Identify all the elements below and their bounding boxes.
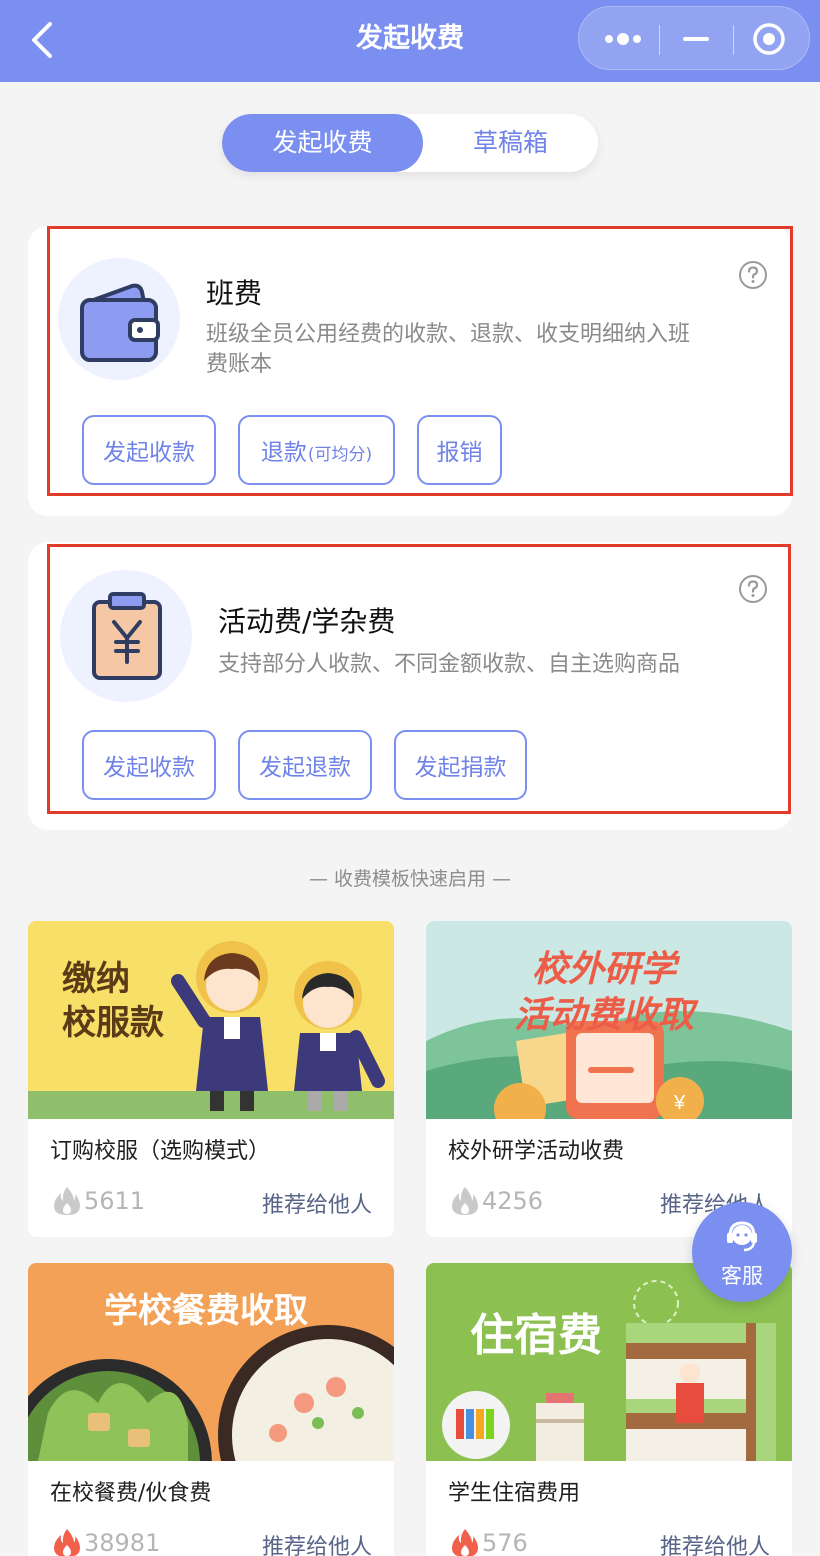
activity-fee-card: 活动费/学杂费 支持部分人收款、不同金额收款、自主选购商品 发起收款 发起退款 …: [28, 542, 792, 830]
segment-tabs: 发起收费 草稿箱: [222, 114, 598, 172]
template-banner: 缴纳 校服款: [28, 921, 394, 1119]
activity-fee-donate-button[interactable]: 发起捐款: [394, 730, 527, 800]
class-fee-collect-button[interactable]: 发起收款: [82, 415, 216, 485]
flame-icon: [452, 1529, 478, 1556]
activity-fee-title: 活动费/学杂费: [218, 605, 396, 638]
count-value: 5611: [84, 1187, 146, 1215]
capsule-divider: [659, 25, 660, 55]
help-icon[interactable]: [738, 260, 768, 290]
class-fee-description-line: 班级全员公用经费的收款、退款、收支明细纳入班: [206, 322, 691, 347]
help-icon[interactable]: [738, 574, 768, 604]
activity-fee-collect-button[interactable]: 发起收款: [82, 730, 216, 800]
button-label: 报销: [436, 440, 483, 466]
activity-fee-refund-button[interactable]: 发起退款: [238, 730, 372, 800]
template-usage-count: 5611: [52, 1185, 145, 1217]
tab-drafts[interactable]: 草稿箱: [423, 114, 598, 172]
close-target-icon[interactable]: [751, 21, 787, 57]
class-fee-description-line: 费账本: [206, 352, 273, 377]
template-banner: ¥ 校外研学 活动费收取: [426, 921, 792, 1119]
template-usage-count: 4256: [450, 1185, 543, 1217]
customer-service-button[interactable]: 客服: [692, 1202, 792, 1302]
template-card-study-trip[interactable]: ¥ 校外研学 活动费收取 校外研学活动收费 4256 推荐给他人: [426, 921, 792, 1237]
customer-service-label: 客服: [721, 1264, 763, 1288]
template-name: 校外研学活动收费: [448, 1139, 625, 1164]
templates-section-label: — 收费模板快速启用 —: [308, 868, 512, 890]
banner-text-line: 校服款: [62, 1003, 164, 1043]
banner-text: 学校餐费收取: [104, 1291, 308, 1331]
count-value: 4256: [482, 1187, 544, 1215]
class-fee-card: 班费 班级全员公用经费的收款、退款、收支明细纳入班 费账本 发起收款 退款 (可均…: [28, 226, 792, 516]
flame-icon: [452, 1187, 478, 1215]
yuan-clipboard-icon: [92, 592, 162, 680]
share-link[interactable]: 推荐给他人: [660, 1529, 770, 1556]
button-label: 发起收款: [103, 440, 195, 466]
banner-text-line: 校外研学: [532, 949, 677, 990]
template-name: 学生住宿费用: [448, 1481, 581, 1506]
share-link[interactable]: 推荐给他人: [262, 1187, 372, 1219]
top-bar: 发起收费: [0, 0, 820, 82]
banner-text-line: 缴纳: [62, 959, 130, 999]
minimize-icon[interactable]: [681, 29, 711, 49]
tab-initiate-charge[interactable]: 发起收费: [222, 114, 423, 172]
class-fee-refund-button[interactable]: 退款 (可均分): [238, 415, 395, 485]
capsule-divider: [733, 25, 734, 55]
count-value: 38981: [84, 1529, 161, 1556]
mini-program-capsule: [578, 6, 810, 70]
banner-text-line: 活动费收取: [514, 995, 695, 1036]
wallet-icon: [80, 283, 160, 362]
template-name: 在校餐费/伙食费: [50, 1481, 212, 1506]
template-usage-count: 38981: [52, 1527, 160, 1556]
activity-fee-icon-circle: [60, 570, 192, 702]
flame-icon: [54, 1187, 80, 1215]
class-fee-reimburse-button[interactable]: 报销: [417, 415, 502, 485]
headset-icon: [727, 1221, 757, 1252]
button-label: 发起退款: [259, 755, 351, 781]
share-link[interactable]: 推荐给他人: [262, 1529, 372, 1556]
banner-text: 校外研学 活动费收取: [514, 947, 694, 1039]
svg-text:¥: ¥: [673, 1092, 686, 1114]
more-icon[interactable]: [603, 29, 643, 49]
template-card-dorm[interactable]: 住宿费 学生住宿费用 576 推荐给他人: [426, 1263, 792, 1556]
template-name: 订购校服（选购模式）: [50, 1139, 271, 1164]
flame-icon: [54, 1529, 80, 1556]
template-card-uniform[interactable]: 缴纳 校服款 订购校服（选购模式） 5611 推荐给他人: [28, 921, 394, 1237]
class-fee-icon-circle: [58, 258, 180, 380]
button-label: 发起收款: [103, 755, 195, 781]
template-usage-count: 576: [450, 1527, 528, 1556]
class-fee-description: 班级全员公用经费的收款、退款、收支明细纳入班 费账本: [206, 320, 766, 380]
banner-text: 住宿费: [470, 1310, 602, 1361]
activity-fee-description: 支持部分人收款、不同金额收款、自主选购商品: [218, 652, 681, 677]
template-card-meal[interactable]: 学校餐费收取 在校餐费/伙食费 38981 推荐给他人: [28, 1263, 394, 1556]
banner-text: 缴纳 校服款: [62, 957, 164, 1045]
button-label: 发起捐款: [414, 755, 507, 781]
button-label: 退款: [260, 440, 307, 466]
button-note: (可均分): [307, 444, 373, 465]
template-banner: 学校餐费收取: [28, 1263, 394, 1461]
count-value: 576: [482, 1529, 528, 1556]
class-fee-title: 班费: [206, 277, 263, 310]
